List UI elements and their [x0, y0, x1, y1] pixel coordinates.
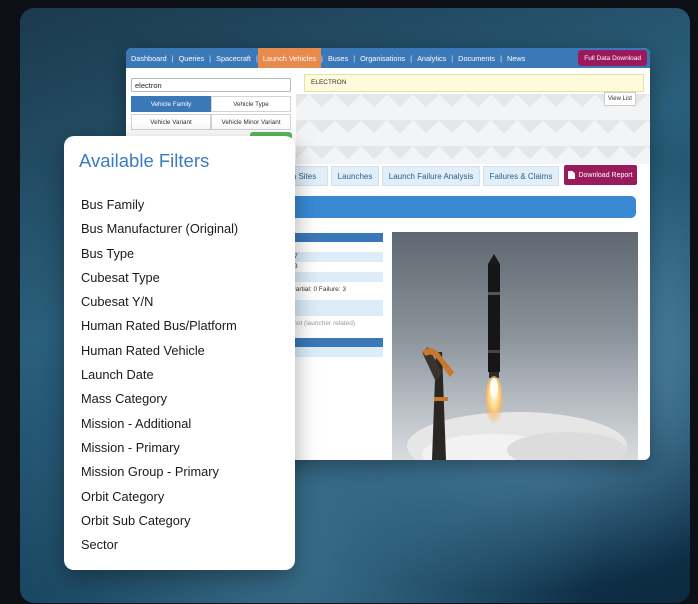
download-report-button[interactable]: Download Report [564, 165, 637, 185]
filter-mission-additional[interactable]: Mission - Additional [81, 415, 238, 439]
top-nav: Dashboard| Queries| Spacecraft| Launch V… [126, 48, 650, 68]
details-header-2 [286, 338, 383, 347]
document-icon [568, 171, 576, 179]
nav-queries[interactable]: Queries [174, 48, 210, 68]
nav-spacecraft[interactable]: Spacecraft [211, 48, 256, 68]
vehicle-minor-variant-toggle[interactable]: Vehicle Minor Variant [211, 114, 291, 130]
filter-mass-category[interactable]: Mass Category [81, 390, 238, 414]
filter-mission-group-primary[interactable]: Mission Group - Primary [81, 463, 238, 487]
tab-failures-claims[interactable]: Failures & Claims [483, 166, 559, 186]
nav-buses[interactable]: Buses [323, 48, 353, 68]
filter-human-rated-vehicle[interactable]: Human Rated Vehicle [81, 342, 238, 366]
section-banner [286, 196, 636, 218]
filter-cubesat-yn[interactable]: Cubesat Y/N [81, 293, 238, 317]
filter-orbit-sub-category[interactable]: Orbit Sub Category [81, 512, 238, 536]
view-list-button[interactable]: View List [604, 92, 636, 106]
search-input[interactable]: electron [131, 78, 291, 92]
detail-row [286, 242, 383, 252]
filter-bus-type[interactable]: Bus Type [81, 245, 238, 269]
tab-launch-failure-analysis[interactable]: Launch Failure Analysis [382, 166, 480, 186]
vehicle-type-toggle[interactable]: Vehicle Type [211, 96, 291, 112]
nav-analytics[interactable]: Analytics [412, 48, 451, 68]
detail-note: rs not (launcher related) [286, 320, 356, 327]
filter-bus-family[interactable]: Bus Family [81, 196, 238, 220]
nav-launch-vehicles[interactable]: Launch Vehicles [257, 48, 322, 68]
download-report-label: Download Report [578, 171, 633, 179]
filter-bus-manufacturer[interactable]: Bus Manufacturer (Original) [81, 220, 238, 244]
filter-cubesat-type[interactable]: Cubesat Type [81, 269, 238, 293]
rocket-launch-photo [392, 232, 638, 460]
available-filters-card: Available Filters Bus Family Bus Manufac… [64, 136, 295, 570]
nav-dashboard[interactable]: Dashboard [126, 48, 172, 68]
filters-list: Bus Family Bus Manufacturer (Original) B… [81, 196, 238, 560]
tab-launches[interactable]: Launches [331, 166, 379, 186]
nav-organisations[interactable]: Organisations [355, 48, 410, 68]
detail-row [286, 347, 383, 357]
nav-news[interactable]: News [502, 48, 530, 68]
filter-sector[interactable]: Sector [81, 536, 238, 560]
detail-row: 7 [286, 252, 383, 262]
full-data-download-button[interactable]: Full Data Download [578, 50, 647, 66]
detail-row: 3 [286, 262, 383, 272]
detail-row [286, 272, 383, 282]
selected-vehicle[interactable]: ELECTRON [304, 74, 644, 92]
vehicle-family-toggle[interactable]: Vehicle Family [131, 96, 211, 112]
detail-row [286, 300, 383, 316]
filter-mission-primary[interactable]: Mission - Primary [81, 439, 238, 463]
filter-human-rated-bus[interactable]: Human Rated Bus/Platform [81, 317, 238, 341]
filters-title: Available Filters [79, 150, 210, 171]
nav-documents[interactable]: Documents [453, 48, 500, 68]
details-header [286, 233, 383, 242]
vehicle-variant-toggle[interactable]: Vehicle Variant [131, 114, 211, 130]
header-pattern [296, 94, 650, 164]
filter-orbit-category[interactable]: Orbit Category [81, 488, 238, 512]
detail-row: 0 Partial: 0 Failure: 3 [286, 285, 383, 295]
filter-launch-date[interactable]: Launch Date [81, 366, 238, 390]
